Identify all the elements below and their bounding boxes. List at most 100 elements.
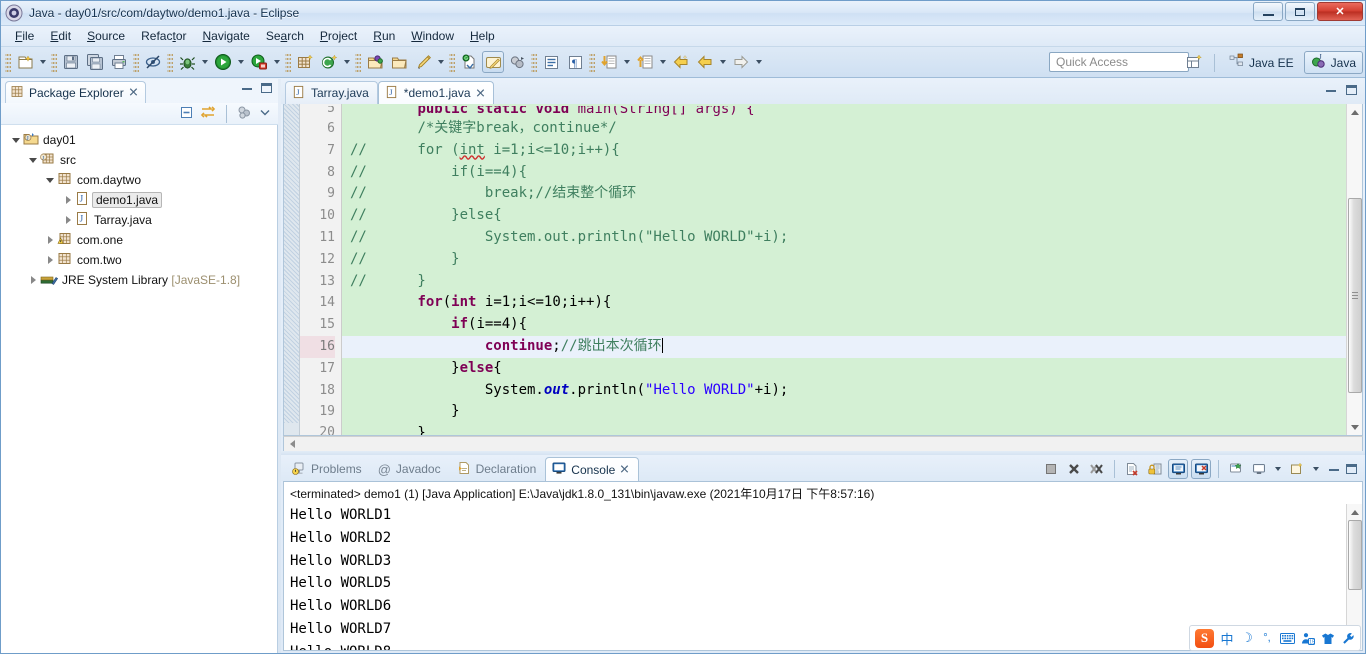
menu-project[interactable]: Project bbox=[312, 27, 365, 45]
view-menu-icon[interactable] bbox=[258, 105, 272, 122]
remove-all-terminated-icon[interactable] bbox=[1087, 459, 1107, 479]
run-dropdown-icon[interactable] bbox=[235, 51, 246, 73]
editor-vertical-scrollbar[interactable] bbox=[1346, 104, 1362, 435]
toolbar-grip-3[interactable] bbox=[133, 52, 139, 72]
toolbar-grip-6[interactable] bbox=[355, 52, 361, 72]
code-line[interactable]: continue;//跳出本次循环 bbox=[342, 335, 1346, 358]
quick-access-input[interactable]: Quick Access bbox=[1049, 52, 1189, 72]
debug-icon[interactable] bbox=[176, 51, 198, 73]
editor-tab-demo1[interactable]: J *demo1.java ✕ bbox=[377, 81, 494, 104]
editor-horizontal-scrollbar[interactable] bbox=[283, 436, 1363, 451]
twisty-open-icon[interactable] bbox=[26, 157, 40, 163]
tab-package-explorer[interactable]: Package Explorer ✕ bbox=[5, 81, 146, 103]
forward-icon[interactable] bbox=[730, 51, 752, 73]
paragraph-icon[interactable] bbox=[540, 51, 562, 73]
editor-code-content[interactable]: public static void main(String[] args) {… bbox=[342, 104, 1346, 435]
new-console-view-icon[interactable] bbox=[1249, 459, 1269, 479]
toolbar-grip-9[interactable] bbox=[589, 52, 595, 72]
editor-tab-close-icon[interactable]: ✕ bbox=[475, 86, 486, 101]
code-line[interactable]: for(int i=1;i<=10;i++){ bbox=[342, 292, 1346, 314]
menu-file[interactable]: File bbox=[7, 27, 42, 45]
sogou-logo-icon[interactable]: S bbox=[1195, 628, 1214, 648]
link-with-editor-icon[interactable] bbox=[200, 105, 216, 123]
run-external-tools-icon[interactable] bbox=[248, 51, 270, 73]
package-explorer-tree[interactable]: J day01 J src com.daytwo J demo1.java J … bbox=[1, 125, 278, 653]
tree-item-com-two[interactable]: com.two bbox=[1, 250, 277, 270]
new-class-dropdown-icon[interactable] bbox=[341, 51, 352, 73]
prev-edit-dropdown-icon[interactable] bbox=[657, 51, 668, 73]
open-perspective-icon[interactable] bbox=[1184, 52, 1206, 74]
moon-icon[interactable]: ☽ bbox=[1240, 630, 1254, 646]
toolbar-grip-4[interactable] bbox=[167, 52, 173, 72]
next-edit-icon[interactable] bbox=[598, 51, 620, 73]
maximize-button[interactable] bbox=[1285, 2, 1315, 21]
toolbar-grip-8[interactable] bbox=[531, 52, 537, 72]
editor-marker-bar[interactable] bbox=[284, 104, 300, 435]
editor-scroll-track[interactable] bbox=[1347, 120, 1363, 419]
display-selected-console-icon[interactable] bbox=[1191, 459, 1211, 479]
new-package-icon[interactable] bbox=[294, 51, 316, 73]
prev-edit-icon[interactable] bbox=[634, 51, 656, 73]
pencil-dropdown-icon[interactable] bbox=[435, 51, 446, 73]
minimize-icon[interactable] bbox=[242, 87, 252, 90]
run-icon[interactable] bbox=[212, 51, 234, 73]
tab-declaration[interactable]: Declaration bbox=[450, 457, 546, 481]
toolbar-grip-5[interactable] bbox=[285, 52, 291, 72]
maximize-icon[interactable] bbox=[261, 83, 272, 93]
block-selection-icon[interactable]: ¶ bbox=[564, 51, 586, 73]
menu-help[interactable]: Help bbox=[462, 27, 503, 45]
back-dropdown-icon[interactable] bbox=[717, 51, 728, 73]
package-explorer-close-icon[interactable]: ✕ bbox=[128, 85, 139, 100]
tab-javadoc[interactable]: @ Javadoc bbox=[371, 457, 450, 481]
tree-item-demo1-java[interactable]: J demo1.java bbox=[1, 190, 277, 210]
toggle-mark-occurrences-icon[interactable] bbox=[142, 51, 164, 73]
perspective-java-ee[interactable]: Java EE bbox=[1222, 51, 1301, 74]
scroll-down-icon[interactable] bbox=[1347, 419, 1363, 435]
minimize-button[interactable] bbox=[1253, 2, 1283, 21]
code-line[interactable]: public static void main(String[] args) { bbox=[342, 106, 1346, 118]
code-line[interactable]: // System.out.println("Hello WORLD"+i); bbox=[342, 227, 1346, 249]
show-whitespace-icon[interactable] bbox=[482, 51, 504, 73]
next-annotation-icon[interactable] bbox=[506, 51, 528, 73]
code-line[interactable]: // } bbox=[342, 249, 1346, 271]
remove-launch-icon[interactable] bbox=[1064, 459, 1084, 479]
console-menu-dropdown-icon[interactable] bbox=[1310, 458, 1321, 480]
perspective-java[interactable]: J Java bbox=[1303, 51, 1363, 74]
menu-source[interactable]: Source bbox=[79, 27, 133, 45]
tree-item-tarray-java[interactable]: J Tarray.java bbox=[1, 210, 277, 230]
twisty-closed-icon[interactable] bbox=[43, 236, 57, 244]
scroll-up-icon[interactable] bbox=[1347, 104, 1363, 120]
skin-icon[interactable] bbox=[1321, 632, 1335, 645]
twisty-closed-icon[interactable] bbox=[43, 256, 57, 264]
toolbar-grip[interactable] bbox=[5, 52, 11, 72]
editor-tab-tarray[interactable]: J Tarray.java bbox=[285, 81, 378, 104]
close-button[interactable]: ✕ bbox=[1317, 2, 1363, 21]
maximize-icon[interactable] bbox=[1346, 85, 1357, 95]
code-line[interactable]: }else{ bbox=[342, 358, 1346, 380]
code-line[interactable]: // if(i==4){ bbox=[342, 162, 1346, 184]
twisty-closed-icon[interactable] bbox=[61, 216, 75, 224]
calendar-icon[interactable]: 15 bbox=[1301, 632, 1315, 645]
console-scroll-thumb[interactable] bbox=[1347, 520, 1362, 590]
code-line[interactable]: // } bbox=[342, 271, 1346, 293]
code-line[interactable]: // }else{ bbox=[342, 205, 1346, 227]
editor-scroll-thumb[interactable] bbox=[1347, 198, 1362, 393]
pin-console-icon[interactable] bbox=[1168, 459, 1188, 479]
minimize-icon[interactable] bbox=[1326, 89, 1336, 92]
menu-navigate[interactable]: Navigate bbox=[194, 27, 257, 45]
open-console-menu-icon[interactable] bbox=[1287, 459, 1307, 479]
code-line[interactable]: /*关键字break，continue*/ bbox=[342, 118, 1346, 140]
terminate-icon[interactable] bbox=[1041, 459, 1061, 479]
pencil-icon[interactable] bbox=[412, 51, 434, 73]
code-line[interactable]: } bbox=[342, 423, 1346, 435]
tab-console[interactable]: Console ✕ bbox=[545, 457, 639, 481]
new-wizard-dropdown-icon[interactable] bbox=[37, 51, 48, 73]
code-line[interactable]: if(i==4){ bbox=[342, 314, 1346, 336]
soft-keyboard-icon[interactable] bbox=[1280, 632, 1295, 644]
toolbar-grip-7[interactable] bbox=[449, 52, 455, 72]
console-tab-close-icon[interactable]: ✕ bbox=[620, 462, 631, 477]
open-type-icon[interactable] bbox=[364, 51, 386, 73]
console-output-text[interactable]: Hello WORLD1 Hello WORLD2 Hello WORLD3 Hell… bbox=[284, 504, 1346, 650]
print-icon[interactable] bbox=[108, 51, 130, 73]
debug-dropdown-icon[interactable] bbox=[199, 51, 210, 73]
